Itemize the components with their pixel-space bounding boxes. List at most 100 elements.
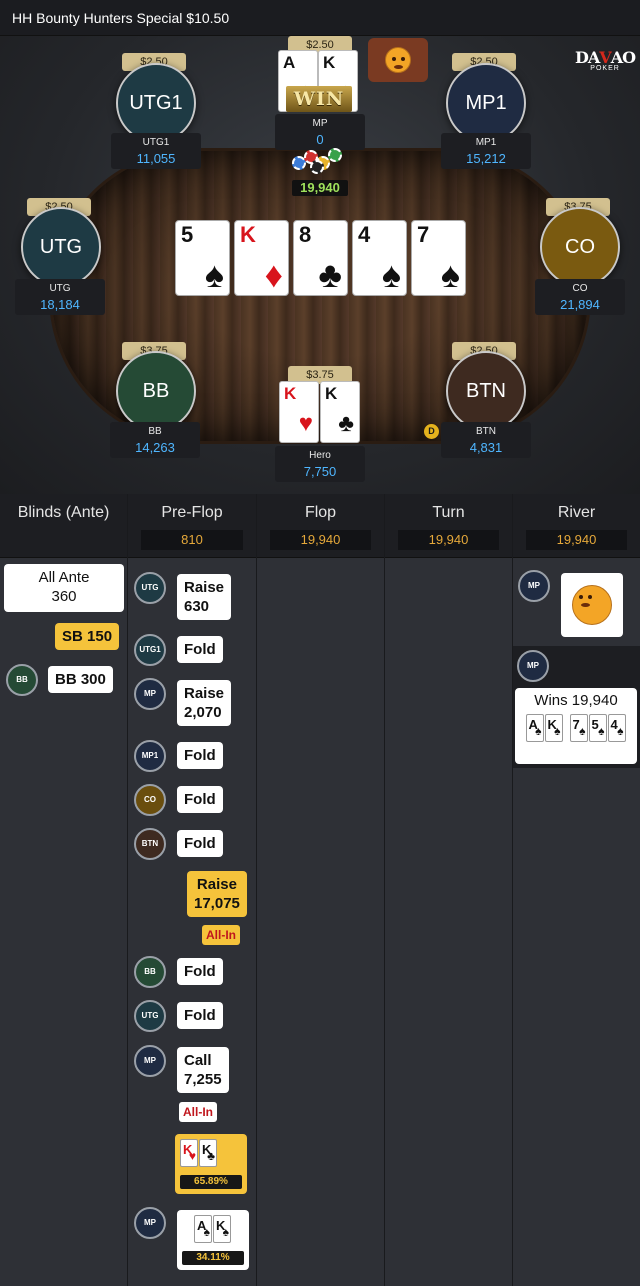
bb-nameplate: BB 14,263 — [110, 422, 200, 458]
hero-showdown-bubble: K ♥ K ♣ 65.89% — [175, 1134, 247, 1194]
action-bubble: Fold — [177, 830, 223, 857]
column-header: Flop 19,940 — [257, 494, 384, 558]
mp-allin-badge: All-In — [179, 1102, 217, 1122]
dealer-button-icon: D — [424, 424, 439, 439]
column-title: Turn — [432, 504, 465, 521]
btn-avatar[interactable]: BTN — [446, 351, 526, 431]
action-bubble: Fold — [177, 636, 223, 663]
pot-chips-icon — [290, 146, 350, 178]
window-title: HH Bounty Hunters Special $10.50 — [0, 0, 640, 36]
mp1-name: MP1 — [475, 137, 497, 148]
winning-hand: A ♠ K ♠ 7 ♠ 5 ♠ 4 ♠ — [518, 714, 634, 747]
bb-bubble: BB 300 — [48, 666, 113, 693]
action-bubble: Raise 2,070 — [177, 680, 232, 726]
co-name: CO — [572, 283, 588, 294]
win-banner: WIN — [286, 86, 352, 112]
confused-emoji-icon — [572, 585, 612, 625]
column-river: River 19,940 MP MP Wins 19,940 A ♠ K ♠ 7 ♠ 5 ♠ 4… — [513, 494, 640, 1286]
hero-stack: 7,750 — [303, 464, 337, 479]
column-title: Blinds (Ante) — [17, 504, 110, 521]
utg-stack: 18,184 — [40, 297, 80, 312]
mp-name: MP — [312, 118, 328, 129]
action-avatar: MP — [134, 1207, 166, 1239]
hero-equity: 65.89% — [180, 1175, 242, 1189]
action-bubble: Call 7,255 — [177, 1047, 229, 1093]
action-bubble: Fold — [177, 958, 223, 985]
poker-table-area: DAVAO POKER $2.50 UTG1 UTG1 11,055 $2.50 … — [0, 36, 640, 494]
utg1-name: UTG1 — [142, 137, 170, 148]
co-stack: 21,894 — [560, 297, 600, 312]
winner-avatar: MP — [517, 650, 549, 682]
action-bubble: Fold — [177, 742, 223, 769]
co-avatar[interactable]: CO — [540, 207, 620, 287]
hero-allin-badge: All-In — [202, 925, 240, 945]
board-card-1: 5 ♠ — [175, 220, 230, 296]
action-avatar: UTG — [134, 572, 166, 604]
utg1-avatar[interactable]: UTG1 — [116, 63, 196, 143]
community-board: 5 ♠ K ♦ 8 ♣ 4 ♠ 7 ♠ — [175, 220, 467, 296]
utg-name: UTG — [49, 283, 71, 294]
mp-nameplate: MP 0 — [275, 114, 365, 150]
utg-avatar[interactable]: UTG — [21, 207, 101, 287]
davao-poker-logo: DAVAO POKER — [575, 48, 636, 72]
action-avatar: MP — [518, 570, 550, 602]
column-flop: Flop 19,940 — [257, 494, 385, 1286]
column-pot: 19,940 — [398, 530, 499, 550]
mp1-avatar[interactable]: MP1 — [446, 63, 526, 143]
action-avatar: MP — [134, 1045, 166, 1077]
board-card-3: 8 ♣ — [293, 220, 348, 296]
winner-text: Wins 19,940 — [534, 692, 618, 709]
column-header: Blinds (Ante) — [0, 494, 127, 558]
pot-total: 19,940 — [292, 180, 348, 196]
mp1-nameplate: MP1 15,212 — [441, 133, 531, 169]
action-avatar: BB — [134, 956, 166, 988]
utg1-nameplate: UTG1 11,055 — [111, 133, 201, 169]
action-avatar: MP1 — [134, 740, 166, 772]
hero-raise-bubble: Raise 17,075 — [187, 871, 247, 917]
mp1-stack: 15,212 — [466, 151, 506, 166]
column-title: Pre-Flop — [161, 504, 223, 521]
action-bubble: Fold — [177, 786, 223, 813]
hero-name: Hero — [309, 450, 331, 461]
hero-card-2: K ♣ — [320, 381, 360, 443]
board-card-5: 7 ♠ — [411, 220, 466, 296]
action-avatar: UTG1 — [134, 634, 166, 666]
column-pot: 810 — [141, 530, 243, 550]
btn-stack: 4,831 — [469, 440, 503, 455]
hand-history: Blinds (Ante) All Ante 360 SB 150 BB BB 3… — [0, 494, 640, 1286]
bb-mini-avatar: BB — [6, 664, 38, 696]
bb-avatar[interactable]: BB — [116, 351, 196, 431]
action-avatar: MP — [134, 678, 166, 710]
hero-card-1: K ♥ — [279, 381, 319, 443]
column-title: River — [557, 504, 596, 521]
action-bubble: Fold — [177, 1002, 223, 1029]
column-preflop: Pre-Flop 810 UTG Raise 630 UTG1 Fold MP R… — [128, 494, 257, 1286]
action-bubble: Raise 630 — [177, 574, 232, 620]
emote-bubble — [561, 573, 623, 637]
utg1-stack: 11,055 — [136, 151, 176, 166]
utg-nameplate: UTG 18,184 — [15, 279, 105, 315]
bb-name: BB — [148, 426, 162, 437]
winner-panel: MP Wins 19,940 A ♠ K ♠ 7 ♠ 5 ♠ 4 ♠ — [513, 646, 640, 768]
action-avatar: BTN — [134, 828, 166, 860]
column-pot: 19,940 — [526, 530, 627, 550]
action-avatar: UTG — [134, 1000, 166, 1032]
column-pot: 19,940 — [270, 530, 371, 550]
mp-showdown-bubble: A ♠ K ♠ 34.11% — [177, 1210, 249, 1270]
column-header: River 19,940 — [513, 494, 640, 558]
sb-bubble: SB 150 — [55, 623, 120, 650]
column-blinds: Blinds (Ante) All Ante 360 SB 150 BB BB 3… — [0, 494, 128, 1286]
hand-replay-screen: { "header": { "title": "HH Bounty Hunter… — [0, 0, 640, 1286]
column-title: Flop — [304, 504, 337, 521]
mp-equity: 34.11% — [182, 1251, 244, 1265]
action-avatar: CO — [134, 784, 166, 816]
column-header: Pre-Flop 810 — [128, 494, 256, 558]
bb-stack: 14,263 — [135, 440, 175, 455]
hero-nameplate: Hero 7,750 — [275, 446, 365, 482]
column-header: Turn 19,940 — [385, 494, 512, 558]
emote-bubble[interactable] — [368, 38, 428, 82]
column-turn: Turn 19,940 — [385, 494, 513, 1286]
ante-bubble: All Ante 360 — [4, 564, 124, 612]
board-card-4: 4 ♠ — [352, 220, 407, 296]
btn-name: BTN — [476, 426, 496, 437]
